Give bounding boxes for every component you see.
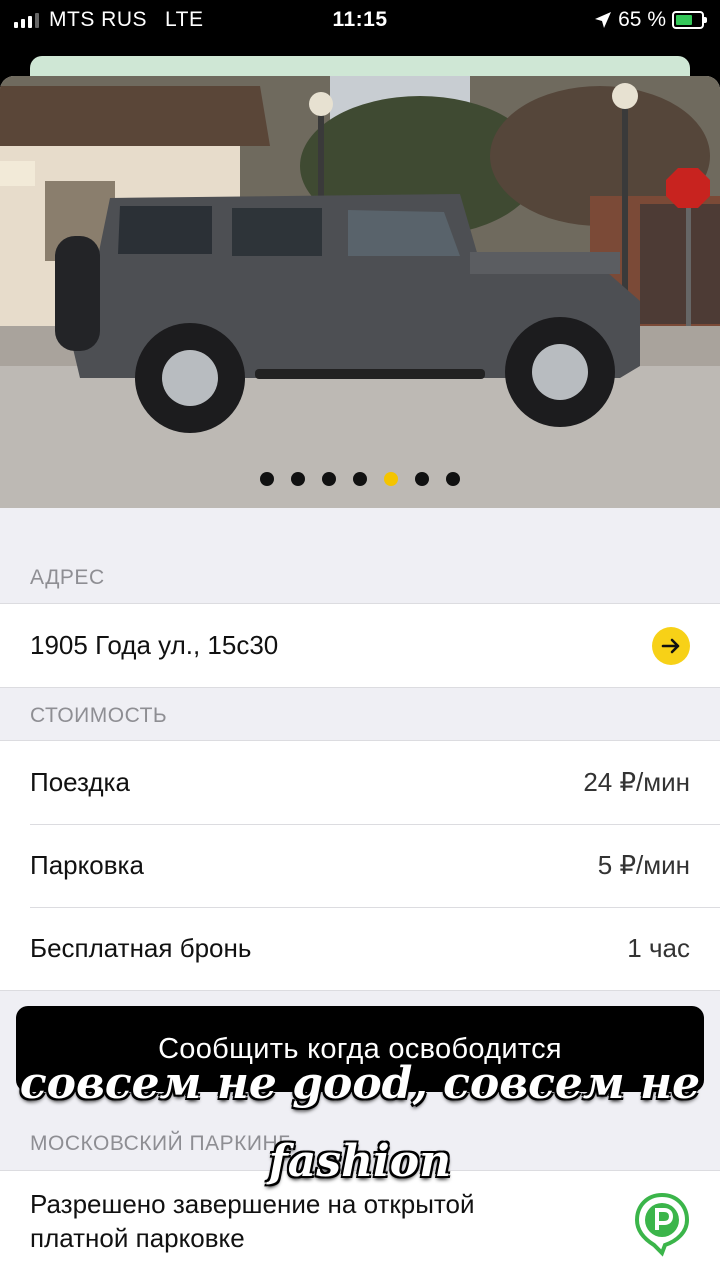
arrow-right-icon[interactable]: [652, 626, 690, 665]
cost-label: Бесплатная бронь: [30, 933, 252, 963]
address-header: АДРЕС: [30, 566, 105, 589]
gallery-dot[interactable]: [415, 472, 429, 486]
gallery-dot[interactable]: [446, 472, 460, 486]
car-photo: [0, 76, 720, 508]
battery-percent: 65 %: [618, 8, 666, 31]
battery-fill: [676, 15, 692, 25]
gallery-dot[interactable]: [291, 472, 305, 486]
battery-icon: [672, 11, 707, 29]
cost-value: 24 ₽/мин: [583, 767, 690, 797]
cost-label: Парковка: [30, 850, 144, 880]
cost-value: 5 ₽/мин: [597, 850, 690, 880]
cost-row-trip: Поездка 24 ₽/мин: [0, 741, 720, 824]
cost-value: 1 час: [627, 933, 690, 963]
status-right: 65 %: [594, 8, 707, 32]
address-group: 1905 Года ул., 15с30: [0, 603, 720, 688]
location-arrow-icon: [595, 12, 612, 28]
gallery-dot[interactable]: [322, 472, 336, 486]
status-bar: MTS RUS LTE 11:15 65 %: [0, 0, 720, 40]
cost-group: Поездка 24 ₽/мин Парковка 5 ₽/мин Беспла…: [0, 740, 720, 991]
cost-label: Поездка: [30, 767, 130, 797]
moscow-parking-text: Разрешено завершение на открытой платной…: [30, 1189, 475, 1253]
overlay-caption-line2: fashion: [268, 1136, 452, 1187]
gallery-dot[interactable]: [353, 472, 367, 486]
car-photo-gallery[interactable]: [0, 76, 720, 508]
cost-row-parking: Парковка 5 ₽/мин: [0, 824, 720, 907]
parking-pin-icon: [632, 1191, 692, 1265]
gallery-pagination[interactable]: [0, 472, 720, 486]
address-row[interactable]: 1905 Года ул., 15с30: [0, 604, 720, 687]
overlay-caption-line1: совсем не good, совсем не: [19, 1058, 701, 1109]
gallery-dot[interactable]: [384, 472, 398, 486]
address-value: 1905 Года ул., 15с30: [30, 630, 279, 660]
cost-row-free-booking: Бесплатная бронь 1 час: [0, 907, 720, 990]
cost-header: СТОИМОСТЬ: [30, 704, 168, 727]
gallery-dot[interactable]: [260, 472, 274, 486]
